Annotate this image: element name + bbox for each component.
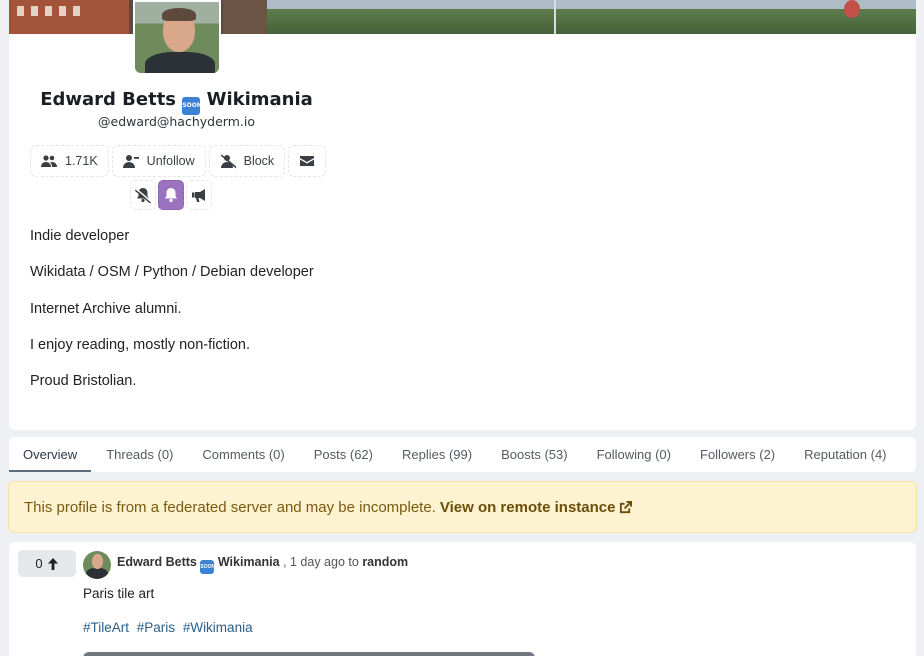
view-remote-label: View on remote instance bbox=[439, 498, 616, 516]
post-title[interactable]: Paris tile art bbox=[83, 586, 154, 601]
bio-line: Wikidata / OSM / Python / Debian develop… bbox=[30, 264, 314, 281]
post-author-name: Edward Betts bbox=[117, 555, 197, 569]
followers-count: 1.71K bbox=[65, 154, 98, 168]
user-minus-icon bbox=[122, 155, 139, 168]
block-button[interactable]: Block bbox=[208, 145, 286, 177]
bell-slash-icon bbox=[135, 188, 151, 203]
profile-tabs: Overview Threads (0) Comments (0) Posts … bbox=[9, 437, 916, 472]
banner-window bbox=[31, 6, 38, 16]
notifications-on-button[interactable] bbox=[158, 180, 184, 210]
profile-card: Edward Betts SOON Wikimania @edward@hach… bbox=[9, 0, 916, 430]
profile-handle: @edward@hachyderm.io bbox=[98, 114, 255, 129]
display-name-text: Edward Betts bbox=[40, 89, 177, 110]
banner-window bbox=[45, 6, 52, 16]
tab-following[interactable]: Following (0) bbox=[583, 437, 685, 472]
bio-line: Internet Archive alumni. bbox=[30, 300, 182, 317]
banner-window bbox=[59, 6, 66, 16]
post-author-link[interactable]: Edward Betts SOON Wikimania bbox=[117, 555, 280, 574]
bio-line: I enjoy reading, mostly non-fiction. bbox=[30, 336, 251, 353]
upvote-button[interactable]: 0 bbox=[18, 550, 76, 577]
bio-line: Indie developer bbox=[30, 228, 130, 244]
user-slash-icon bbox=[220, 154, 236, 169]
profile-bio: Indie developer Wikidata / OSM / Python … bbox=[30, 228, 314, 409]
megaphone-icon bbox=[192, 189, 205, 202]
hashtag-link[interactable]: #Wikimania bbox=[183, 620, 253, 635]
banner-sky bbox=[267, 0, 916, 9]
notifications-loud-button[interactable] bbox=[186, 180, 212, 210]
banner-pole bbox=[554, 0, 556, 34]
profile-actions: 1.71K Unfollow Block bbox=[30, 145, 327, 178]
post-community-link[interactable]: random bbox=[362, 555, 408, 569]
soon-emoji-icon: SOON bbox=[200, 560, 215, 574]
banner-field bbox=[267, 9, 916, 34]
post-tags: #TileArt #Paris #Wikimania bbox=[83, 620, 257, 635]
hashtag-link[interactable]: #Paris bbox=[137, 620, 175, 635]
notification-settings bbox=[130, 180, 212, 211]
post-card: 0 Edward Betts SOON Wikimania , 1 day ag… bbox=[9, 542, 916, 656]
arrow-up-icon bbox=[47, 557, 58, 570]
vote-score: 0 bbox=[35, 556, 43, 571]
notice-text: This profile is from a federated server … bbox=[24, 498, 436, 516]
banner-window bbox=[73, 6, 80, 16]
bio-line: Proud Bristolian. bbox=[30, 373, 137, 390]
block-label: Block bbox=[243, 154, 275, 168]
unfollow-label: Unfollow bbox=[146, 154, 195, 168]
post-time: , 1 day ago to bbox=[283, 555, 359, 569]
display-name-suffix: Wikimania bbox=[206, 89, 313, 110]
tab-threads[interactable]: Threads (0) bbox=[92, 437, 187, 472]
external-link-icon bbox=[620, 500, 633, 513]
banner-balloon bbox=[844, 0, 860, 18]
message-button[interactable] bbox=[288, 145, 327, 177]
soon-emoji-icon: SOON bbox=[182, 97, 202, 115]
profile-avatar[interactable] bbox=[133, 0, 221, 75]
unfollow-button[interactable]: Unfollow bbox=[111, 145, 206, 177]
federation-notice: This profile is from a federated server … bbox=[8, 481, 917, 533]
hashtag-link[interactable]: #TileArt bbox=[83, 620, 129, 635]
tab-comments[interactable]: Comments (0) bbox=[188, 437, 298, 472]
banner-window bbox=[17, 6, 24, 16]
profile-display-name: Edward Betts SOON Wikimania bbox=[9, 89, 344, 115]
tab-followers[interactable]: Followers (2) bbox=[686, 437, 789, 472]
post-image[interactable] bbox=[83, 652, 535, 656]
envelope-icon bbox=[300, 156, 315, 166]
post-meta: Edward Betts SOON Wikimania , 1 day ago … bbox=[117, 555, 408, 574]
followers-count-button[interactable]: 1.71K bbox=[30, 145, 109, 177]
tab-posts[interactable]: Posts (62) bbox=[300, 437, 387, 472]
users-icon bbox=[41, 155, 57, 167]
bell-icon bbox=[165, 188, 177, 203]
notifications-muted-button[interactable] bbox=[130, 180, 156, 210]
tab-reputation[interactable]: Reputation (4) bbox=[790, 437, 900, 472]
tab-replies[interactable]: Replies (99) bbox=[388, 437, 486, 472]
post-author-suffix: Wikimania bbox=[217, 555, 280, 569]
view-remote-link[interactable]: View on remote instance bbox=[440, 499, 633, 516]
tab-boosts[interactable]: Boosts (53) bbox=[487, 437, 581, 472]
avatar[interactable] bbox=[83, 551, 111, 579]
tab-overview[interactable]: Overview bbox=[9, 437, 92, 472]
